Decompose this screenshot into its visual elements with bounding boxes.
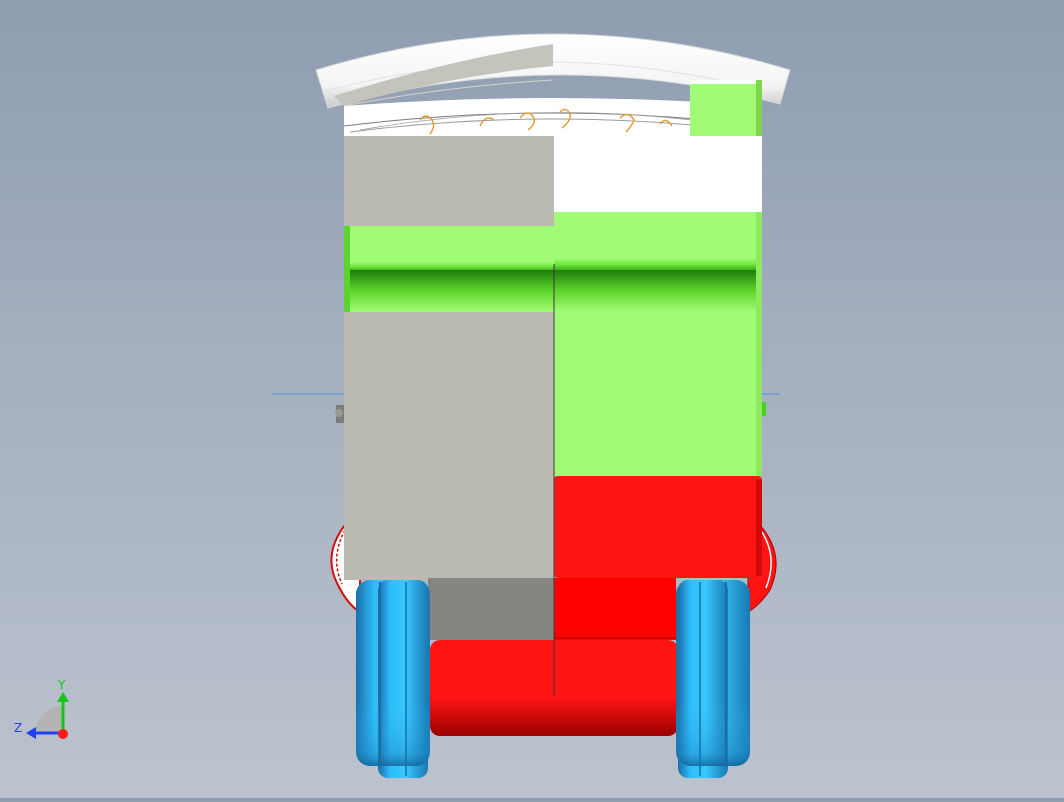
green-right-edge [756, 212, 762, 476]
green-ledge-under-right [554, 270, 762, 312]
red-middle-block [554, 578, 676, 640]
cab-upper-white [554, 136, 762, 212]
orientation-triad[interactable] [26, 692, 69, 739]
green-ledge [344, 226, 554, 264]
triad-z-label: Z [14, 721, 23, 735]
triad-y-label: Y [58, 678, 66, 692]
triad-y-arrow [57, 692, 69, 702]
side-fitting-left [335, 405, 345, 423]
triad-quarter-disc [36, 706, 62, 732]
green-ledge-shadow-right [554, 258, 762, 272]
wheel-left [356, 580, 430, 778]
ledge-edge-left [344, 226, 350, 312]
red-lower-block [554, 476, 762, 578]
red-block-edge [756, 480, 762, 576]
green-ledge-under-left [344, 270, 554, 312]
triad-x-origin [58, 729, 68, 739]
body-right-green [554, 212, 762, 476]
gray-lower-panel [344, 312, 554, 580]
gray-dark-panel [428, 578, 554, 640]
cad-viewport[interactable]: Y Z [0, 0, 1064, 798]
triad-z-arrow [26, 727, 36, 739]
cab-window-green [690, 80, 762, 136]
wheel-right [676, 580, 750, 778]
model-canvas[interactable] [0, 0, 1064, 798]
